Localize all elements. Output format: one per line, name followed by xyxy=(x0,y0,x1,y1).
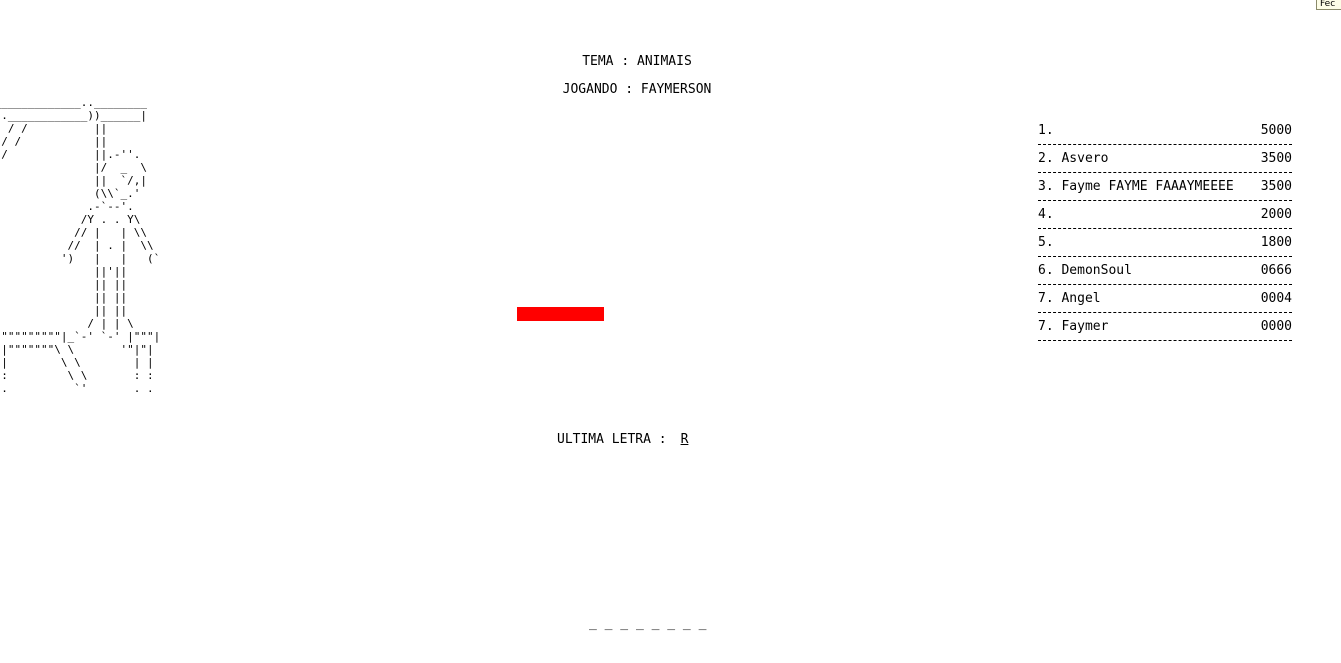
score-rank: 7. xyxy=(1038,319,1054,334)
score-value: 0666 xyxy=(1260,263,1292,278)
score-row: 4. 2000 xyxy=(1038,201,1292,229)
score-name: Fayme FAYME FAAAYMEEEE xyxy=(1061,179,1234,194)
score-name: Asvero xyxy=(1061,151,1109,166)
score-rank: 2. xyxy=(1038,151,1054,166)
word-slots: _ _ _ _ _ _ _ _ xyxy=(589,616,707,631)
last-letter-label: ULTIMA LETRA : xyxy=(557,432,667,447)
score-row: 7. Faymer 0000 xyxy=(1038,313,1292,341)
last-letter-line: ULTIMA LETRA : R xyxy=(557,432,688,447)
score-value: 1800 xyxy=(1260,235,1292,250)
score-value: 3500 xyxy=(1260,151,1292,166)
score-value: 2000 xyxy=(1260,207,1292,222)
score-name: DemonSoul xyxy=(1061,263,1132,278)
score-rank: 5. xyxy=(1038,235,1054,250)
player-label: JOGANDO : FAYMERSON xyxy=(562,82,712,97)
score-value: 5000 xyxy=(1260,123,1292,138)
close-button[interactable]: Fec xyxy=(1316,0,1341,10)
score-rank: 6. xyxy=(1038,263,1054,278)
score-name: Angel xyxy=(1061,291,1101,306)
score-row: 6. DemonSoul 0666 xyxy=(1038,257,1292,285)
score-row: 5. 1800 xyxy=(1038,229,1292,257)
score-rank: 4. xyxy=(1038,207,1054,222)
score-value: 0000 xyxy=(1260,319,1292,334)
wrong-guess-bar xyxy=(517,307,604,321)
score-rank: 7. xyxy=(1038,291,1054,306)
score-row: 7. Angel 0004 xyxy=(1038,285,1292,313)
score-row: 1. 5000 xyxy=(1038,117,1292,145)
score-name: Faymer xyxy=(1061,319,1109,334)
theme-label: TEMA : ANIMAIS xyxy=(582,54,692,69)
score-rank: 1. xyxy=(1038,123,1054,138)
score-value: 3500 xyxy=(1260,179,1292,194)
hangman-ascii-art: _____________..________ | .____________)… xyxy=(0,96,161,395)
scoreboard: 1. 5000 2. Asvero 3500 3. Fayme FAYME FA… xyxy=(1038,117,1292,341)
last-letter-value: R xyxy=(680,432,689,447)
score-row: 3. Fayme FAYME FAAAYMEEEE 3500 xyxy=(1038,173,1292,201)
score-rank: 3. xyxy=(1038,179,1054,194)
score-row: 2. Asvero 3500 xyxy=(1038,145,1292,173)
score-value: 0004 xyxy=(1260,291,1292,306)
